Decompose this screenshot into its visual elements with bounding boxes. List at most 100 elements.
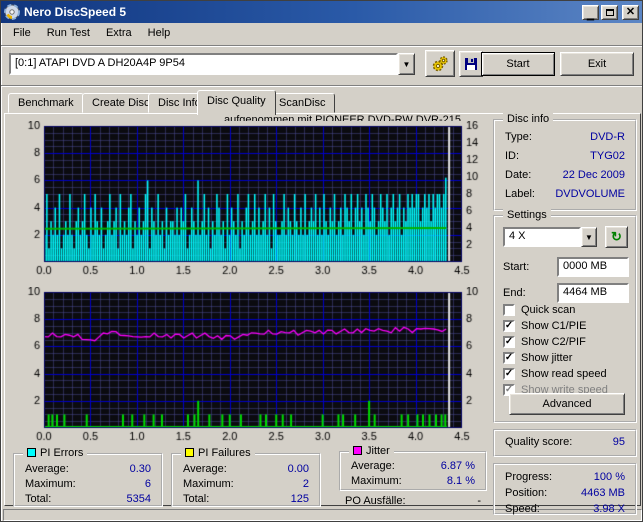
refresh-button[interactable]: ↻: [605, 226, 628, 248]
maximize-icon: [606, 9, 614, 16]
disc-info-row: Type:DVD-R: [505, 131, 625, 143]
floppy-icon: [464, 57, 478, 71]
po-failures-label: PO Ausfälle:: [345, 495, 406, 507]
settings-group: Settings 4 X ▼ ↻ Start: 0000 MB End: 446…: [493, 215, 637, 423]
jitter-label: Average:: [351, 460, 395, 472]
speed-select-value: 4 X: [503, 227, 581, 247]
app-window: Nero DiscSpeed 5 ▁ ✕ FileRun TestExtraHe…: [0, 0, 643, 522]
separator: [1, 45, 642, 47]
close-icon: ✕: [626, 7, 635, 18]
disc-info-row: Date: 22 Dec 2009: [505, 169, 625, 181]
disc-info-row: Label:DVDVOLUME: [505, 188, 625, 200]
checkbox-box[interactable]: ✓: [503, 368, 515, 380]
save-button[interactable]: [459, 51, 483, 77]
progress-label: Speed:: [505, 503, 540, 515]
disc-info-row: ID: TYG02: [505, 150, 625, 162]
jitter-legend: Jitter: [349, 445, 394, 458]
checkbox-box[interactable]: ✓: [503, 352, 515, 364]
start-button-label: Start: [506, 58, 529, 70]
po-failures-value: -: [477, 495, 481, 507]
jitter-label: Maximum:: [351, 475, 402, 487]
pi-errors-label: Maximum:: [25, 478, 76, 490]
disc-info-title: Disc info: [503, 113, 553, 126]
checkbox-box[interactable]: ✓: [503, 320, 515, 332]
pi-errors-row: Average:0.30: [25, 463, 151, 475]
pi-failures-value: 125: [291, 493, 309, 505]
checkbox-label: Show C2/PIF: [521, 336, 586, 348]
checkbox-show-c2-pif[interactable]: ✓ Show C2/PIF: [503, 335, 586, 349]
checkbox-box[interactable]: ✓: [503, 336, 515, 348]
window-title: Nero DiscSpeed 5: [24, 5, 580, 19]
options-button[interactable]: [425, 50, 455, 77]
pi-errors-row: Maximum: 6: [25, 478, 151, 490]
pi-failures-row: Average:0.00: [183, 463, 309, 475]
disc-info-value: TYG02: [590, 150, 625, 162]
tab-disc-quality[interactable]: Disc Quality: [197, 90, 276, 115]
disc-info-group: Disc info Type:DVD-RID:TYG02Date:22 Dec …: [493, 119, 637, 211]
menu-item-file[interactable]: File: [5, 25, 39, 41]
pi-errors-value: 0.30: [130, 463, 151, 475]
advanced-button[interactable]: Advanced: [509, 393, 625, 415]
checkbox-show-read-speed[interactable]: ✓ Show read speed: [503, 367, 607, 381]
pi-errors-row: Total: 5354: [25, 493, 151, 505]
minimize-button[interactable]: ▁: [582, 5, 599, 20]
progress-label: Progress:: [505, 471, 552, 483]
checkbox-label: Show read speed: [521, 368, 607, 380]
pi-errors-group: PI Errors Average:0.30Maximum:6Total:535…: [13, 453, 163, 507]
progress-row: Position:4463 MB: [505, 487, 625, 499]
pi-failures-group: PI Failures Average:0.00Maximum:2Total:1…: [171, 453, 321, 507]
pi-failures-color-swatch: [185, 448, 194, 457]
start-mb-label: Start:: [503, 261, 529, 273]
pi-errors-value: 6: [145, 478, 151, 490]
checkbox-label: Quick scan: [521, 304, 575, 316]
end-mb-input[interactable]: 4464 MB: [557, 283, 629, 303]
disc-info-label: ID:: [505, 150, 519, 162]
quality-score-group: Quality score: 95: [493, 429, 637, 457]
pi-failures-value: 2: [303, 478, 309, 490]
jitter-color-swatch: [353, 446, 362, 455]
progress-value: 100 %: [594, 471, 625, 483]
po-failures-row: PO Ausfälle: -: [345, 495, 481, 507]
progress-group: Progress:100 %Position:4463 MBSpeed:3.98…: [493, 463, 637, 515]
separator: [1, 85, 642, 87]
jitter-row: Maximum:8.1 %: [351, 475, 475, 487]
checkbox-label: Show C1/PIE: [521, 320, 586, 332]
exit-button[interactable]: Exit: [560, 52, 634, 76]
menu-item-extra[interactable]: Extra: [98, 25, 140, 41]
pi-failures-row: Total:125: [183, 493, 309, 505]
checkbox-box[interactable]: [503, 304, 515, 316]
pi-errors-label: Total:: [25, 493, 51, 505]
pi-failures-row: Maximum:2: [183, 478, 309, 490]
disc-info-label: Label:: [505, 188, 535, 200]
close-button[interactable]: ✕: [622, 5, 639, 20]
drive-selector[interactable]: [0:1] ATAPI DVD A DH20A4P 9P54 ▼: [9, 53, 415, 75]
tab-scandisc[interactable]: ScanDisc: [269, 93, 335, 113]
quality-score-value: 95: [613, 436, 625, 448]
pi-failures-legend: PI Failures: [181, 447, 255, 460]
progress-row: Progress: 100 %: [505, 471, 625, 483]
jitter-row: Average:6.87 %: [351, 460, 475, 472]
disc-info-value: 22 Dec 2009: [563, 169, 625, 181]
advanced-button-label: Advanced: [543, 398, 592, 410]
settings-title: Settings: [503, 209, 551, 222]
maximize-button[interactable]: [601, 5, 618, 20]
exit-button-label: Exit: [588, 58, 606, 70]
start-mb-input[interactable]: 0000 MB: [557, 257, 629, 277]
tab-benchmark[interactable]: Benchmark: [8, 93, 84, 113]
app-icon: [4, 4, 20, 20]
refresh-icon: ↻: [611, 229, 622, 245]
menu-item-run-test[interactable]: Run Test: [39, 25, 98, 41]
checkbox-quick-scan[interactable]: Quick scan: [503, 303, 575, 317]
speed-select[interactable]: 4 X ▼: [503, 227, 597, 247]
disc-info-label: Type:: [505, 131, 532, 143]
pi-errors-chart: [11, 121, 481, 279]
start-button[interactable]: Start: [481, 52, 555, 76]
checkbox-show-c1-pie[interactable]: ✓ Show C1/PIE: [503, 319, 586, 333]
checkbox-show-jitter[interactable]: ✓Show jitter: [503, 351, 572, 365]
pi-errors-value: 5354: [127, 493, 151, 505]
disc-info-label: Date:: [505, 169, 531, 181]
end-mb-value: 4464 MB: [563, 286, 607, 298]
menu-item-help[interactable]: Help: [140, 25, 179, 41]
chevron-down-icon[interactable]: ▼: [581, 227, 597, 247]
chevron-down-icon[interactable]: ▼: [398, 53, 415, 75]
